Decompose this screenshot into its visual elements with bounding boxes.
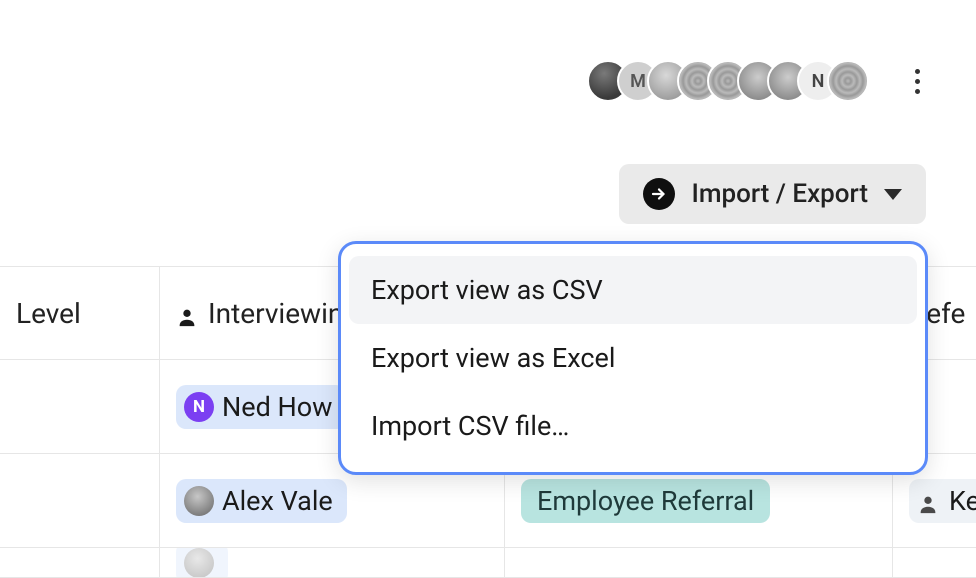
more-menu-button[interactable] [909,63,926,100]
cell-level[interactable] [0,548,160,577]
menu-item-export-excel[interactable]: Export view as Excel [349,324,917,392]
menu-item-export-csv[interactable]: Export view as CSV [349,256,917,324]
chip-label: Ned How [222,391,332,423]
chip-label: Alex Vale [222,485,333,517]
chip-avatar [184,548,214,577]
caret-down-icon [884,189,902,200]
person-chip[interactable]: N Ned How [176,385,346,429]
person-icon [176,302,198,324]
chip-avatar: N [184,392,214,422]
column-header-label: Interviewing [208,297,359,330]
import-export-label: Import / Export [691,179,868,209]
person-chip[interactable] [176,548,228,577]
person-chip[interactable]: Kev [909,479,976,523]
person-icon [917,490,939,512]
arrow-right-circle-icon [643,178,675,210]
import-export-button[interactable]: Import / Export [619,164,926,224]
cell-level[interactable] [0,454,160,547]
cell-referred[interactable] [893,548,976,577]
menu-item-import-csv[interactable]: Import CSV file… [349,392,917,460]
chip-label: Kev [949,485,976,517]
dot-icon [915,69,920,74]
person-chip[interactable]: Alex Vale [176,479,347,523]
import-export-menu: Export view as CSV Export view as Excel … [338,241,928,475]
column-header-level[interactable]: Level [0,267,160,359]
cell-source[interactable] [505,548,893,577]
chip-avatar [184,486,214,516]
cell-interviewing[interactable] [160,548,505,577]
dot-icon [915,79,920,84]
source-tag[interactable]: Employee Referral [521,479,770,523]
table-row[interactable] [0,548,976,578]
dot-icon [915,89,920,94]
column-header-label: Level [16,297,81,330]
avatar-stack[interactable]: M N [587,60,869,102]
top-bar: M N [587,60,926,102]
presence-avatar[interactable] [827,60,869,102]
cell-level[interactable] [0,360,160,453]
